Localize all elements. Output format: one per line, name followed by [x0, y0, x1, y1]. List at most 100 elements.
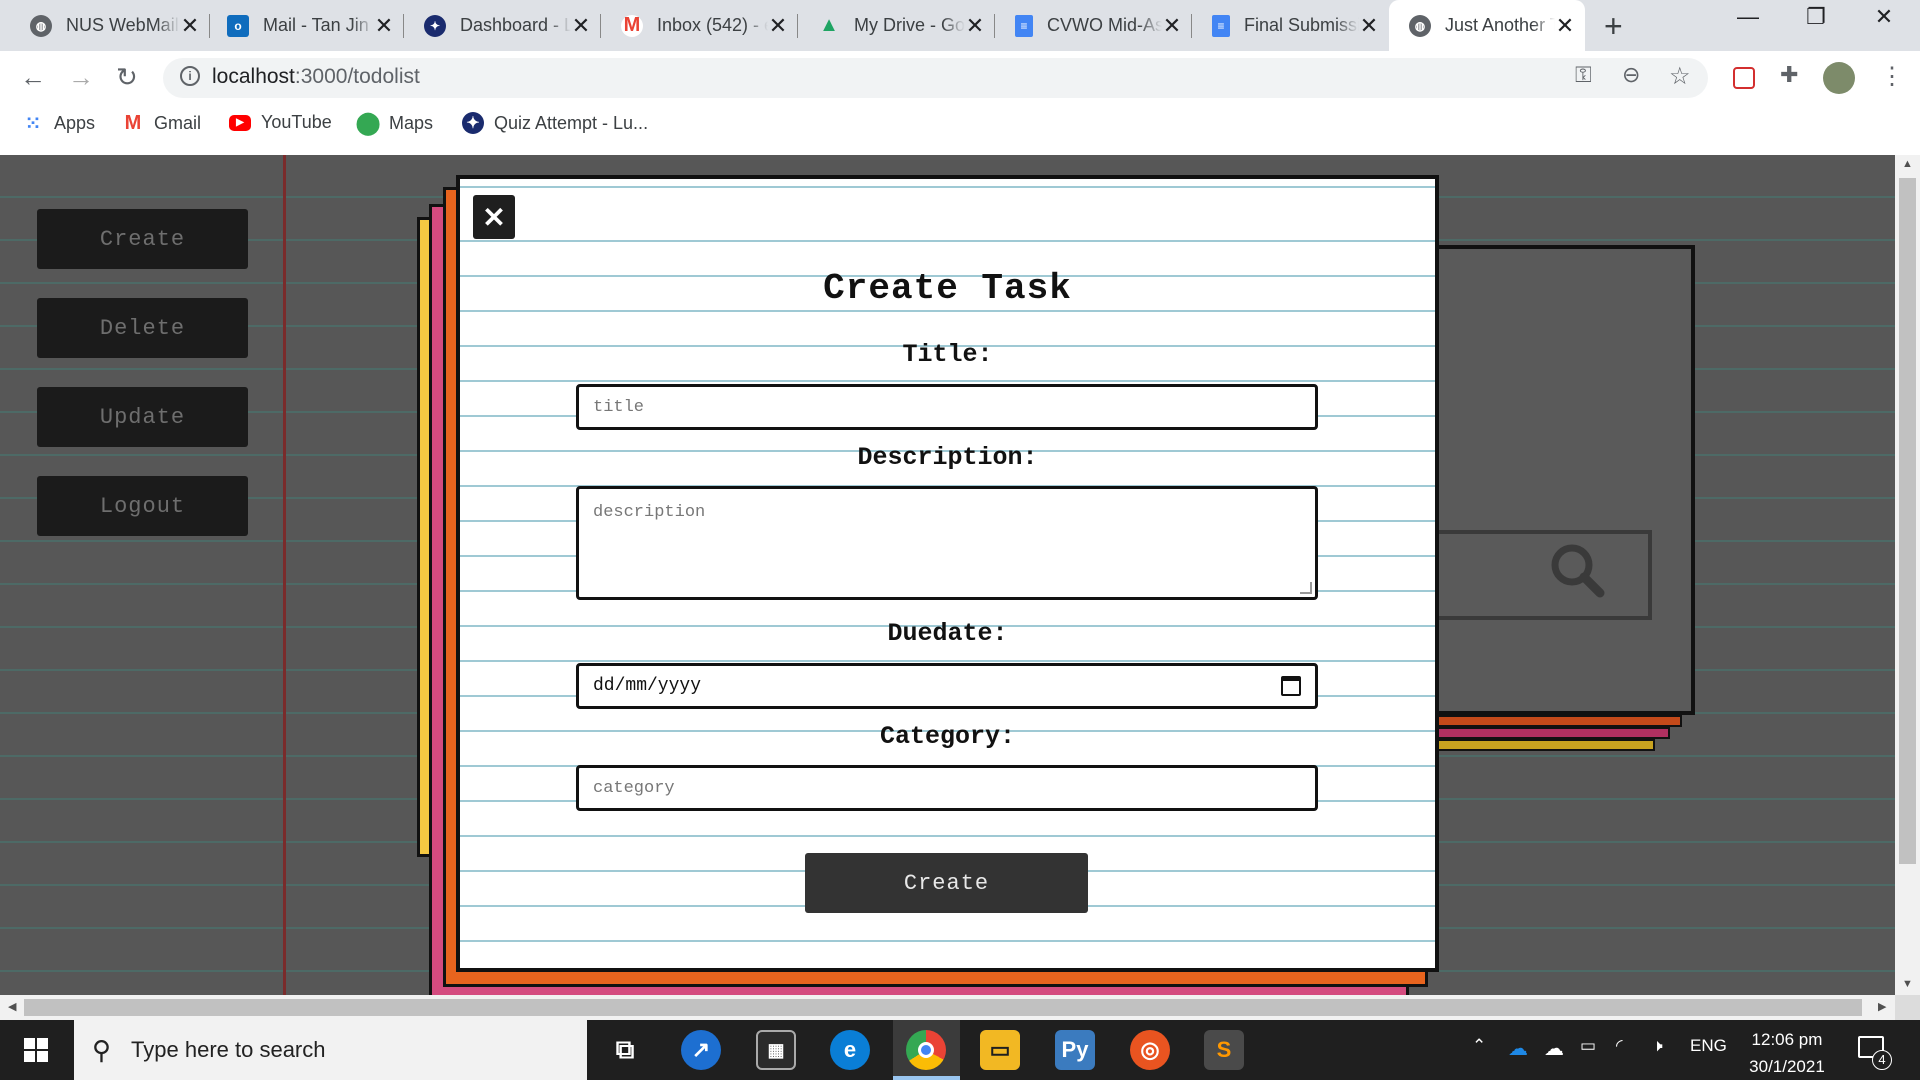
clock-date: 30/1/2021: [1749, 1057, 1825, 1076]
tab-title: Dashboard - Lu: [460, 15, 571, 35]
outlook-icon: o: [227, 14, 249, 37]
onedrive-icon[interactable]: ☁: [1508, 1036, 1528, 1061]
system-clock[interactable]: 12:06 pm 30/1/2021: [1732, 1026, 1842, 1080]
bookmark-youtube[interactable]: ▶ YouTube: [229, 112, 332, 133]
edge-browser-icon[interactable]: e: [830, 1030, 870, 1070]
extension-pocket-icon[interactable]: [1733, 67, 1755, 89]
tab-google-drive[interactable]: ▲ My Drive - Goo ✕: [798, 0, 995, 51]
zoom-icon[interactable]: ⊖: [1622, 62, 1640, 88]
calendar-icon[interactable]: [1281, 676, 1301, 696]
create-task-submit-button[interactable]: Create: [805, 853, 1088, 913]
resize-handle-icon[interactable]: [1300, 582, 1312, 594]
bookmark-apps[interactable]: ⁙ Apps: [22, 112, 96, 135]
tray-chevron-icon[interactable]: ⌃: [1472, 1036, 1486, 1056]
url-host: localhost: [212, 65, 295, 88]
task-search-box[interactable]: [1430, 530, 1652, 620]
bookmark-quiz-attempt[interactable]: ✦ Quiz Attempt - Lu...: [462, 112, 648, 134]
docs-icon: ≡: [1015, 14, 1033, 37]
scroll-down-arrow-icon[interactable]: ▼: [1902, 978, 1913, 990]
tab-close-icon[interactable]: ✕: [965, 13, 985, 39]
sidebar-logout-button[interactable]: Logout: [37, 476, 248, 536]
windows-logo-icon: [24, 1038, 48, 1062]
vertical-scroll-thumb[interactable]: [1899, 178, 1916, 864]
tab-dashboard[interactable]: ✦ Dashboard - Lu ✕: [404, 0, 601, 51]
wifi-icon[interactable]: ◜: [1616, 1036, 1623, 1056]
tab-close-icon[interactable]: ✕: [1162, 13, 1182, 39]
extensions-puzzle-icon[interactable]: ✚: [1780, 62, 1798, 88]
scroll-up-arrow-icon[interactable]: ▲: [1902, 158, 1913, 170]
maps-pin-icon: ⬤: [355, 110, 381, 135]
tab-close-icon[interactable]: ✕: [768, 13, 788, 39]
tab-outlook-mail[interactable]: o Mail - Tan Jin ✕: [207, 0, 404, 51]
tab-cvwo-doc[interactable]: ≡ CVWO Mid-Assi ✕: [995, 0, 1192, 51]
search-icon: ⚲: [92, 1034, 112, 1065]
globe-icon: ◍: [1409, 14, 1431, 37]
sidebar-delete-button[interactable]: Delete: [37, 298, 248, 358]
bookmark-label: Maps: [389, 112, 434, 133]
category-input[interactable]: category: [576, 765, 1318, 811]
remote-app-icon[interactable]: ↗: [681, 1030, 721, 1070]
search-placeholder: Type here to search: [131, 1037, 326, 1062]
minimize-icon[interactable]: —: [1718, 4, 1778, 30]
key-icon[interactable]: ⚿: [1575, 62, 1592, 88]
tab-close-icon[interactable]: ✕: [180, 13, 200, 39]
url-path: :3000/todolist: [294, 65, 420, 88]
duedate-input[interactable]: dd/mm/yyyy: [576, 663, 1318, 709]
tab-title: NUS WebMail: [66, 15, 179, 35]
sidebar-create-button[interactable]: Create: [37, 209, 248, 269]
notification-count-badge: 4: [1872, 1050, 1892, 1070]
python-icon[interactable]: Py: [1055, 1030, 1095, 1070]
title-input[interactable]: title: [576, 384, 1318, 430]
bookmark-label: YouTube: [261, 112, 332, 132]
tab-close-icon[interactable]: ✕: [1555, 13, 1575, 39]
bookmark-label: Apps: [54, 112, 96, 133]
tab-close-icon[interactable]: ✕: [1359, 13, 1379, 39]
tab-nus-webmail[interactable]: ◍ NUS WebMail ✕: [10, 0, 210, 51]
category-label: Category:: [879, 722, 1016, 751]
cloud-icon[interactable]: ☁: [1544, 1036, 1564, 1061]
description-textarea[interactable]: description: [576, 486, 1318, 600]
windows-start-button[interactable]: [0, 1020, 72, 1080]
tab-title: My Drive - Goo: [854, 15, 965, 35]
bookmark-maps[interactable]: ⬤ Maps: [355, 110, 434, 135]
duedate-placeholder: dd/mm/yyyy: [593, 676, 702, 696]
ubuntu-icon[interactable]: ◎: [1130, 1030, 1170, 1070]
modal-heading: Create Task: [823, 268, 1072, 309]
volume-muted-icon[interactable]: 🕨: [1652, 1036, 1663, 1056]
reload-icon[interactable]: ↻: [116, 62, 138, 93]
restore-icon[interactable]: ❐: [1786, 4, 1846, 30]
tab-title: Final Submissio: [1244, 15, 1359, 35]
chrome-icon[interactable]: [906, 1030, 946, 1070]
microsoft-store-icon[interactable]: ▦: [756, 1030, 796, 1070]
bookmark-gmail[interactable]: M Gmail: [122, 112, 201, 134]
forward-arrow-icon[interactable]: →: [68, 62, 94, 93]
info-icon[interactable]: i: [180, 66, 200, 86]
file-explorer-icon[interactable]: ▭: [980, 1030, 1020, 1070]
luminus-icon: ✦: [424, 14, 446, 37]
scroll-right-arrow-icon[interactable]: ▶: [1878, 1000, 1886, 1013]
sublime-text-icon[interactable]: S: [1204, 1030, 1244, 1070]
chrome-active-indicator: [893, 1076, 960, 1080]
background-paper-layer: [1430, 727, 1670, 739]
window-close-icon[interactable]: ✕: [1854, 4, 1914, 30]
sidebar-update-button[interactable]: Update: [37, 387, 248, 447]
tab-gmail-inbox[interactable]: M Inbox (542) - e ✕: [601, 0, 798, 51]
description-label: Description:: [857, 443, 1038, 472]
tab-close-icon[interactable]: ✕: [571, 13, 591, 39]
back-arrow-icon[interactable]: ←: [20, 62, 46, 93]
bookmark-star-icon[interactable]: ☆: [1669, 62, 1691, 91]
tab-close-icon[interactable]: ✕: [374, 13, 394, 39]
horizontal-scroll-thumb[interactable]: [24, 999, 1862, 1016]
search-icon[interactable]: [1548, 541, 1606, 599]
profile-avatar[interactable]: [1823, 62, 1855, 94]
battery-icon[interactable]: ▭: [1580, 1036, 1596, 1056]
menu-kebab-icon[interactable]: ⋮: [1880, 62, 1904, 91]
modal-close-button[interactable]: ✕: [473, 195, 515, 239]
language-indicator[interactable]: ENG: [1690, 1036, 1727, 1056]
new-tab-button[interactable]: +: [1604, 8, 1623, 45]
tab-final-submission[interactable]: ≡ Final Submissio ✕: [1192, 0, 1389, 51]
tab-todolist-active[interactable]: ◍ Just Another To ✕: [1389, 0, 1585, 51]
scroll-left-arrow-icon[interactable]: ◀: [8, 1000, 16, 1013]
task-view-icon[interactable]: ⧉: [605, 1030, 645, 1070]
taskbar-search-box[interactable]: ⚲ Type here to search: [74, 1020, 587, 1080]
